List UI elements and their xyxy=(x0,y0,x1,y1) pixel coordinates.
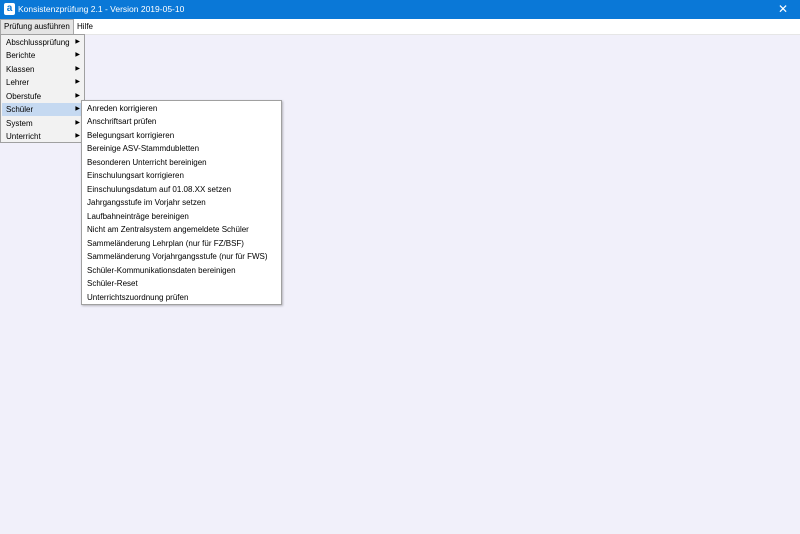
menu-item-label: Oberstufe xyxy=(6,92,42,101)
schueler-submenu: Anreden korrigieren Anschriftsart prüfen… xyxy=(81,100,282,305)
menu-item-unterricht[interactable]: Unterricht ▶ xyxy=(2,130,83,143)
submenu-item-belegungsart-korrigieren[interactable]: Belegungsart korrigieren xyxy=(83,129,280,142)
menu-item-label: Berichte xyxy=(6,51,36,60)
submenu-item-jahrgangsstufe-vorjahr-setzen[interactable]: Jahrgangsstufe im Vorjahr setzen xyxy=(83,196,280,209)
close-button[interactable]: ✕ xyxy=(766,0,800,19)
menu-item-lehrer[interactable]: Lehrer ▶ xyxy=(2,76,83,89)
submenu-item-schueler-reset[interactable]: Schüler-Reset xyxy=(83,277,280,290)
menu-item-abschlusspruefung[interactable]: Abschlussprüfung ▶ xyxy=(2,36,83,49)
menu-item-klassen[interactable]: Klassen ▶ xyxy=(2,63,83,76)
app-icon: a xyxy=(4,3,15,15)
menu-item-system[interactable]: System ▶ xyxy=(2,117,83,130)
menu-pruefung-ausfuehren[interactable]: Prüfung ausführen xyxy=(0,19,74,34)
submenu-item-unterrichtszuordnung-pruefen[interactable]: Unterrichtszuordnung prüfen xyxy=(83,291,280,304)
submenu-item-anschriftsart-pruefen[interactable]: Anschriftsart prüfen xyxy=(83,115,280,128)
chevron-right-icon: ▶ xyxy=(75,66,80,72)
chevron-right-icon: ▶ xyxy=(75,93,80,99)
menu-item-oberstufe[interactable]: Oberstufe ▶ xyxy=(2,90,83,103)
chevron-right-icon: ▶ xyxy=(75,120,80,126)
submenu-item-einschulungsdatum-setzen[interactable]: Einschulungsdatum auf 01.08.XX setzen xyxy=(83,183,280,196)
submenu-item-einschulungsart-korrigieren[interactable]: Einschulungsart korrigieren xyxy=(83,169,280,182)
submenu-item-sammelaenderung-vorjahrgangsstufe[interactable]: Sammeländerung Vorjahrgangsstufe (nur fü… xyxy=(83,250,280,263)
submenu-item-kommunikationsdaten-bereinigen[interactable]: Schüler-Kommunikationsdaten bereinigen xyxy=(83,264,280,277)
menu-item-label: System xyxy=(6,119,33,128)
menu-item-label: Schüler xyxy=(6,105,34,114)
submenu-item-laufbahneintraege-bereinigen[interactable]: Laufbahneinträge bereinigen xyxy=(83,210,280,223)
submenu-item-besonderen-unterricht-bereinigen[interactable]: Besonderen Unterricht bereinigen xyxy=(83,156,280,169)
submenu-item-sammelaenderung-lehrplan[interactable]: Sammeländerung Lehrplan (nur für FZ/BSF) xyxy=(83,237,280,250)
submenu-item-anreden-korrigieren[interactable]: Anreden korrigieren xyxy=(83,102,280,115)
submenu-item-bereinige-asv-stammdubletten[interactable]: Bereinige ASV-Stammdubletten xyxy=(83,142,280,155)
menu-item-label: Unterricht xyxy=(6,132,41,141)
chevron-right-icon: ▶ xyxy=(75,39,80,45)
title-bar: a Konsistenzprüfung 2.1 - Version 2019-0… xyxy=(0,0,800,19)
menu-hilfe[interactable]: Hilfe xyxy=(74,19,96,34)
pruefung-dropdown-menu: Abschlussprüfung ▶ Berichte ▶ Klassen ▶ … xyxy=(0,34,85,143)
menu-item-schueler[interactable]: Schüler ▶ xyxy=(2,103,83,116)
chevron-right-icon: ▶ xyxy=(75,133,80,139)
menu-item-label: Lehrer xyxy=(6,78,30,87)
menu-bar: Prüfung ausführen Hilfe xyxy=(0,19,800,35)
chevron-right-icon: ▶ xyxy=(75,52,80,58)
submenu-item-nicht-angemeldete-schueler[interactable]: Nicht am Zentralsystem angemeldete Schül… xyxy=(83,223,280,236)
menu-item-berichte[interactable]: Berichte ▶ xyxy=(2,49,83,62)
chevron-right-icon: ▶ xyxy=(75,79,80,85)
menu-item-label: Klassen xyxy=(6,65,35,74)
menu-item-label: Abschlussprüfung xyxy=(6,38,70,47)
chevron-right-icon: ▶ xyxy=(75,106,80,112)
window-title: Konsistenzprüfung 2.1 - Version 2019-05-… xyxy=(18,4,185,14)
